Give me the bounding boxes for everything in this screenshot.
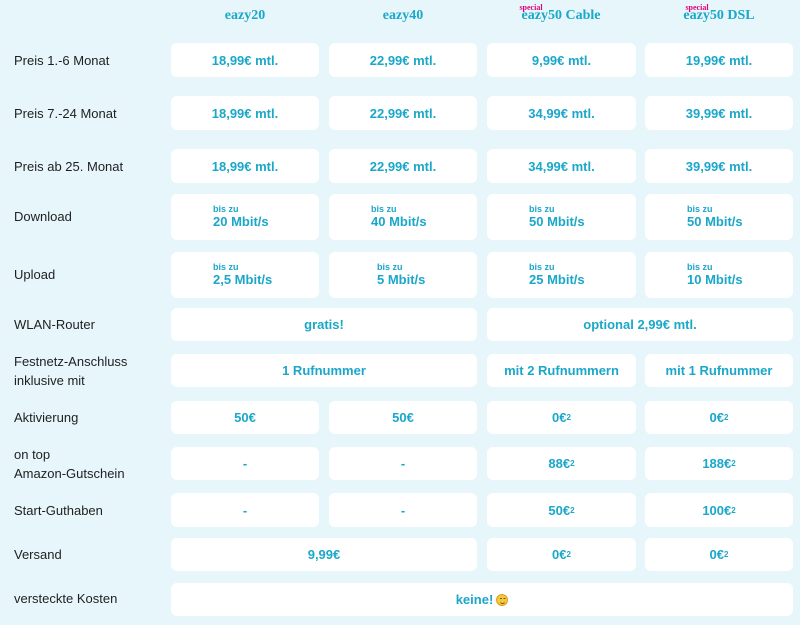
row-label-download: Download bbox=[14, 209, 72, 224]
row-label-upload: Upload bbox=[14, 267, 56, 282]
row-label-line: on top bbox=[14, 447, 51, 462]
cell-amazon-dsl: 188€ 2 bbox=[645, 447, 793, 480]
cell-amazon-cable: 88€ 2 bbox=[487, 447, 636, 480]
footnote: 2 bbox=[566, 550, 571, 559]
value: 0€ bbox=[552, 547, 567, 562]
cell-router-eazy20-40: gratis! bbox=[171, 308, 477, 341]
cell-preis7-cable: 34,99€ mtl. bbox=[487, 96, 636, 130]
row-label-line: inklusive mit bbox=[14, 373, 85, 388]
plan-header-eazy50-cable: special eazy50 Cable bbox=[487, 0, 635, 30]
special-label: special bbox=[685, 3, 709, 12]
cell-preis7-eazy40: 22,99€ mtl. bbox=[329, 96, 477, 130]
cell-preis25-eazy40: 22,99€ mtl. bbox=[329, 149, 477, 183]
footnote: 2 bbox=[570, 505, 575, 515]
cell-preis1-cable: 9,99€ mtl. bbox=[487, 43, 636, 77]
row-label-festnetz: Festnetz-Anschluss inklusive mit bbox=[14, 352, 127, 390]
download-speed: 50 Mbit/s bbox=[529, 214, 585, 229]
row-label-versand: Versand bbox=[14, 547, 62, 562]
upload-speed: 2,5 Mbit/s bbox=[213, 272, 273, 287]
footnote: 2 bbox=[731, 505, 736, 515]
upload-speed: 10 Mbit/s bbox=[687, 272, 743, 287]
cell-amazon-eazy40: - bbox=[329, 447, 477, 480]
bis-zu-label: bis zu bbox=[529, 204, 555, 214]
upload-speed: 5 Mbit/s bbox=[377, 272, 426, 287]
bis-zu-label: bis zu bbox=[529, 262, 555, 272]
download-speed: 20 Mbit/s bbox=[213, 214, 269, 229]
cell-guthaben-dsl: 100€ 2 bbox=[645, 493, 793, 527]
row-label-line: Amazon-Gutschein bbox=[14, 466, 125, 481]
cell-preis1-eazy40: 22,99€ mtl. bbox=[329, 43, 477, 77]
row-label-aktivierung: Aktivierung bbox=[14, 410, 79, 425]
cell-upload-eazy20: bis zu 2,5 Mbit/s bbox=[171, 252, 319, 298]
cell-download-eazy40: bis zu 40 Mbit/s bbox=[329, 194, 477, 240]
footnote: 2 bbox=[724, 413, 729, 422]
cell-aktivierung-dsl: 0€ 2 bbox=[645, 401, 793, 434]
row-label-versteckte-kosten: versteckte Kosten bbox=[14, 591, 118, 606]
value: 188€ bbox=[702, 456, 732, 471]
bis-zu-label: bis zu bbox=[213, 262, 239, 272]
value: 0€ bbox=[552, 410, 567, 425]
cell-aktivierung-eazy40: 50€ bbox=[329, 401, 477, 434]
bis-zu-label: bis zu bbox=[213, 204, 239, 214]
cell-upload-dsl: bis zu 10 Mbit/s bbox=[645, 252, 793, 298]
cell-preis7-eazy20: 18,99€ mtl. bbox=[171, 96, 319, 130]
cell-versand-eazy20-40: 9,99€ bbox=[171, 538, 477, 571]
value: 88€ bbox=[548, 456, 571, 471]
cell-download-dsl: bis zu 50 Mbit/s bbox=[645, 194, 793, 240]
footnote: 2 bbox=[566, 413, 571, 422]
value: keine! bbox=[455, 592, 494, 607]
cell-upload-eazy40: bis zu 5 Mbit/s bbox=[329, 252, 477, 298]
cell-preis25-dsl: 39,99€ mtl. bbox=[645, 149, 793, 183]
cell-download-cable: bis zu 50 Mbit/s bbox=[487, 194, 636, 240]
plan-name: eazy20 bbox=[224, 8, 266, 23]
cell-preis1-eazy20: 18,99€ mtl. bbox=[171, 43, 319, 77]
footnote: 2 bbox=[731, 459, 736, 468]
footnote: 2 bbox=[570, 459, 575, 468]
cell-upload-cable: bis zu 25 Mbit/s bbox=[487, 252, 636, 298]
row-label-wlan-router: WLAN-Router bbox=[14, 317, 95, 332]
download-speed: 40 Mbit/s bbox=[371, 214, 427, 229]
cell-festnetz-dsl: mit 1 Rufnummer bbox=[645, 354, 793, 387]
cell-router-cable-dsl: optional 2,99€ mtl. bbox=[487, 308, 793, 341]
row-label-preis-7-24: Preis 7.-24 Monat bbox=[14, 106, 117, 121]
cell-aktivierung-cable: 0€ 2 bbox=[487, 401, 636, 434]
cell-download-eazy20: bis zu 20 Mbit/s bbox=[171, 194, 319, 240]
cell-aktivierung-eazy20: 50€ bbox=[171, 401, 319, 434]
cell-preis25-eazy20: 18,99€ mtl. bbox=[171, 149, 319, 183]
bis-zu-label: bis zu bbox=[377, 262, 403, 272]
upload-speed: 25 Mbit/s bbox=[529, 272, 585, 287]
cell-festnetz-eazy20-40: 1 Rufnummer bbox=[171, 354, 477, 387]
bis-zu-label: bis zu bbox=[687, 204, 713, 214]
value: 0€ bbox=[709, 547, 724, 562]
row-label-preis-1-6: Preis 1.-6 Monat bbox=[14, 53, 110, 68]
plan-header-eazy50-dsl: special eazy50 DSL bbox=[645, 0, 793, 30]
bis-zu-label: bis zu bbox=[371, 204, 397, 214]
cell-versand-cable: 0€ 2 bbox=[487, 538, 636, 571]
cell-guthaben-cable: 50€ 2 bbox=[487, 493, 636, 527]
value: 50€ bbox=[548, 502, 571, 518]
smiley-icon bbox=[496, 593, 509, 606]
download-speed: 50 Mbit/s bbox=[687, 214, 743, 229]
bis-zu-label: bis zu bbox=[687, 262, 713, 272]
row-label-amazon: on top Amazon-Gutschein bbox=[14, 445, 125, 483]
cell-preis25-cable: 34,99€ mtl. bbox=[487, 149, 636, 183]
row-label-start-guthaben: Start-Guthaben bbox=[14, 503, 103, 518]
cell-kosten-all: keine! bbox=[171, 583, 793, 616]
cell-festnetz-cable: mit 2 Rufnummern bbox=[487, 354, 636, 387]
plan-name: eazy40 bbox=[382, 8, 424, 23]
plan-header-eazy40: eazy40 bbox=[329, 0, 477, 30]
cell-amazon-eazy20: - bbox=[171, 447, 319, 480]
row-label-line: Festnetz-Anschluss bbox=[14, 354, 128, 369]
plan-header-eazy20: eazy20 bbox=[171, 0, 319, 30]
cell-versand-dsl: 0€ 2 bbox=[645, 538, 793, 571]
cell-guthaben-eazy20: - bbox=[171, 493, 319, 527]
value: 100€ bbox=[702, 502, 732, 518]
row-label-preis-ab-25: Preis ab 25. Monat bbox=[14, 159, 124, 174]
cell-preis7-dsl: 39,99€ mtl. bbox=[645, 96, 793, 130]
cell-guthaben-eazy40: - bbox=[329, 493, 477, 527]
special-label: special bbox=[519, 3, 543, 12]
value: 0€ bbox=[709, 410, 724, 425]
footnote: 2 bbox=[724, 550, 729, 559]
cell-preis1-dsl: 19,99€ mtl. bbox=[645, 43, 793, 77]
